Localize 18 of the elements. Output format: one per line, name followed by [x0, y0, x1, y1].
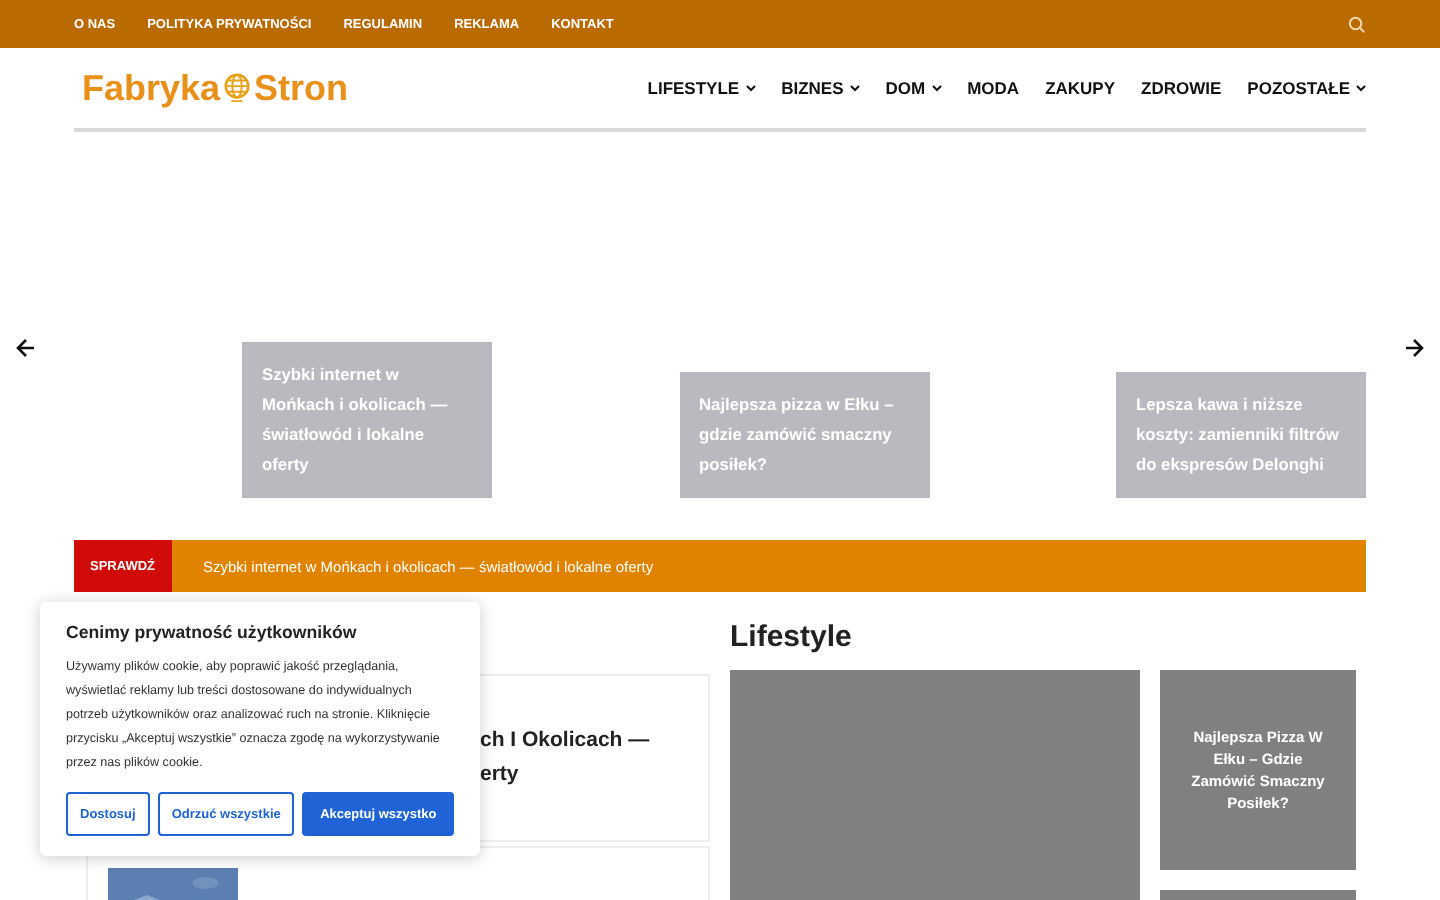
nav-item[interactable]: LIFESTYLE	[647, 78, 756, 98]
section-heading: Lifestyle	[730, 620, 854, 654]
post-title[interactable]: ch I Okolicach — erty	[480, 724, 700, 840]
nav-item[interactable]: ZAKUPY	[1045, 78, 1116, 98]
search-icon[interactable]	[1348, 15, 1366, 33]
nav-item[interactable]: ZDROWIE	[1141, 78, 1222, 98]
next-arrow-icon[interactable]	[1404, 338, 1424, 358]
caret-icon	[931, 84, 942, 92]
previous-arrow-icon[interactable]	[16, 338, 36, 358]
nav-item[interactable]: DOM	[885, 78, 942, 98]
nav-item[interactable]: POZOSTAŁE	[1247, 78, 1366, 98]
globe-icon	[222, 72, 253, 104]
caret-icon	[745, 84, 756, 92]
caret-icon	[1356, 84, 1366, 92]
caret-icon	[849, 84, 860, 92]
nav-item[interactable]: MODA	[967, 78, 1020, 98]
popup-title: Cenimy prywatność użytkowników	[66, 622, 359, 642]
nav-item[interactable]: BIZNES	[781, 78, 860, 98]
